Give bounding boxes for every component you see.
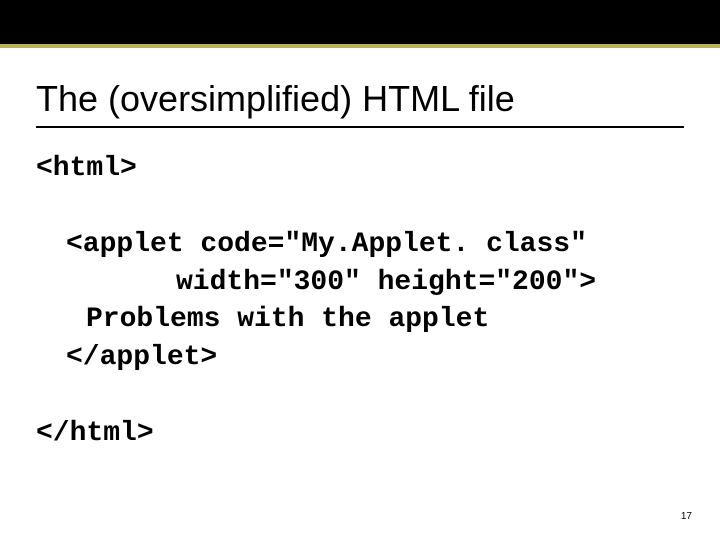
code-line-4: Problems with the applet — [36, 301, 684, 339]
page-number: 17 — [681, 511, 692, 522]
slide: The (oversimplified) HTML file <html> <a… — [0, 0, 720, 540]
code-line-3: width="300" height="200"> — [36, 264, 684, 302]
blank-line — [36, 188, 684, 226]
blank-line — [36, 377, 684, 415]
code-line-2: <applet code="My.Applet. class" — [36, 226, 684, 264]
code-line-5: </applet> — [36, 339, 684, 377]
header-band — [0, 0, 720, 48]
code-block: <html> <applet code="My.Applet. class" w… — [36, 150, 684, 453]
slide-title: The (oversimplified) HTML file — [36, 78, 684, 120]
code-line-6: </html> — [36, 415, 684, 453]
code-line-1: <html> — [36, 150, 684, 188]
title-wrap: The (oversimplified) HTML file — [36, 78, 684, 128]
